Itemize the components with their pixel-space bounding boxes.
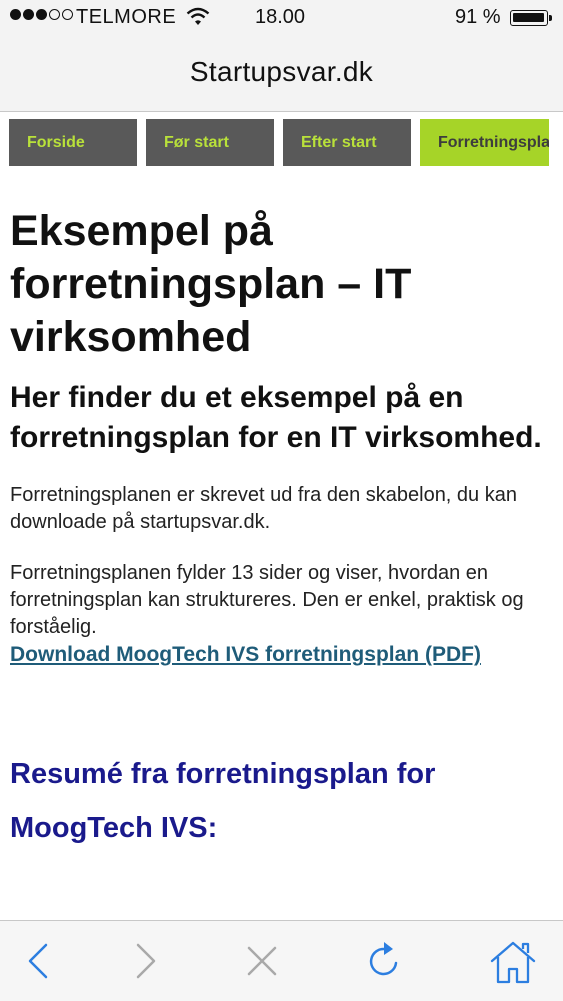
- article: Eksempel på forretningsplan – IT virksom…: [10, 205, 550, 855]
- carrier-name: TELMORE: [76, 6, 177, 28]
- signal-dot: [10, 9, 21, 20]
- browser-header: TELMORE 18.00 91 % Startupsvar.dk: [0, 0, 563, 112]
- download-pdf-link[interactable]: Download MoogTech IVS forretningsplan (P…: [10, 641, 550, 669]
- back-icon[interactable]: [16, 939, 60, 983]
- main-navigation: Forside Før start Efter start Forretning…: [9, 119, 549, 166]
- wifi-icon: [186, 7, 210, 33]
- page-subtitle: Her finder du et eksempel på en forretni…: [10, 381, 542, 454]
- nav-tab-forside[interactable]: Forside: [9, 119, 137, 166]
- forward-icon[interactable]: [124, 939, 168, 983]
- address-bar-title[interactable]: Startupsvar.dk: [0, 56, 563, 88]
- nav-tab-foer-start[interactable]: Før start: [146, 119, 274, 166]
- signal-dot: [36, 9, 47, 20]
- clock: 18.00: [255, 6, 306, 28]
- intro-paragraph: Forretningsplanen er skrevet ud fra den …: [10, 484, 517, 533]
- battery-icon: [510, 10, 552, 26]
- signal-strength-icon: [10, 9, 73, 20]
- section-heading: Resumé fra forretningsplan for MoogTech …: [10, 758, 436, 844]
- status-bar: TELMORE 18.00 91 %: [0, 0, 563, 36]
- battery-percent: 91 %: [455, 6, 501, 28]
- signal-dot: [49, 9, 60, 20]
- nav-tab-forretningsplan[interactable]: Forretningsplan: [420, 119, 549, 166]
- page-title: Eksempel på forretningsplan – IT virksom…: [10, 207, 412, 361]
- home-icon[interactable]: [488, 939, 536, 984]
- nav-tab-efter-start[interactable]: Efter start: [283, 119, 411, 166]
- stop-icon[interactable]: [240, 939, 284, 983]
- signal-dot: [23, 9, 34, 20]
- signal-dot: [62, 9, 73, 20]
- description-paragraph: Forretningsplanen fylder 13 sider og vis…: [10, 562, 524, 638]
- reload-icon[interactable]: [362, 939, 406, 983]
- browser-toolbar: [0, 920, 563, 1001]
